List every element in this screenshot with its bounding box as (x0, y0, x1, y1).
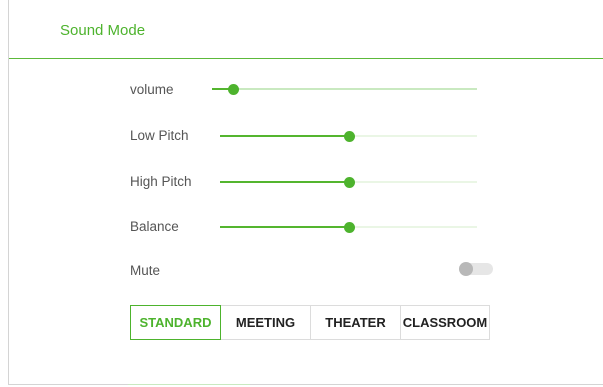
mode-button-meeting[interactable]: MEETING (220, 305, 311, 340)
balance-slider-track (349, 226, 477, 228)
page-title: Sound Mode (60, 22, 146, 39)
balance-slider[interactable] (220, 221, 477, 233)
balance-slider-fill (220, 226, 349, 228)
mute-label: Mute (130, 263, 161, 278)
low-pitch-slider[interactable] (220, 130, 477, 142)
mode-button-classroom[interactable]: CLASSROOM (400, 305, 490, 340)
low-pitch-slider-thumb[interactable] (344, 131, 355, 142)
volume-label: volume (130, 82, 174, 97)
title-divider (9, 58, 603, 59)
mute-toggle[interactable] (459, 262, 493, 276)
volume-slider[interactable] (212, 83, 477, 95)
sound-mode-selector: STANDARD MEETING THEATER CLASSROOM (130, 305, 490, 340)
mode-button-theater[interactable]: THEATER (310, 305, 401, 340)
mode-button-standard[interactable]: STANDARD (130, 305, 221, 340)
high-pitch-label: High Pitch (130, 174, 192, 189)
mute-toggle-knob (459, 262, 473, 276)
high-pitch-slider-fill (220, 181, 349, 183)
volume-slider-track (212, 88, 477, 90)
high-pitch-slider-track (349, 181, 477, 183)
low-pitch-slider-fill (220, 135, 349, 137)
sound-mode-panel: Sound Mode volume Low Pitch High Pitch B… (8, 0, 603, 385)
low-pitch-label: Low Pitch (130, 128, 189, 143)
balance-slider-thumb[interactable] (344, 222, 355, 233)
high-pitch-slider[interactable] (220, 176, 477, 188)
low-pitch-slider-track (349, 135, 477, 137)
high-pitch-slider-thumb[interactable] (344, 177, 355, 188)
bottom-indicator (128, 384, 250, 385)
volume-slider-thumb[interactable] (228, 84, 239, 95)
balance-label: Balance (130, 219, 179, 234)
